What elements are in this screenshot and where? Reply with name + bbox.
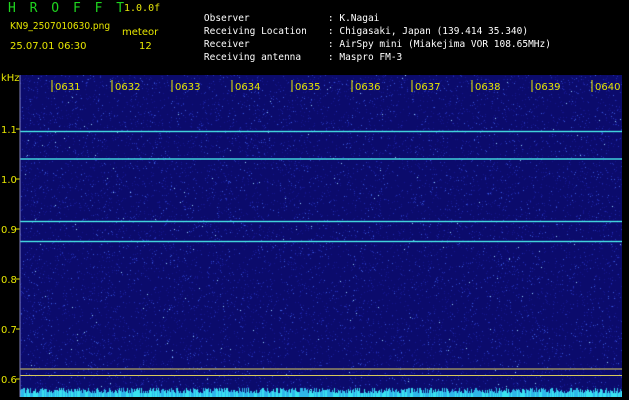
x-tick-label: 0637 — [415, 82, 440, 93]
y-tick-label: 0.6 — [1, 375, 17, 386]
y-tick-label: 0.9 — [1, 225, 17, 236]
x-tick-label: 0633 — [175, 82, 200, 93]
y-tick-label: 1.1 — [1, 125, 17, 136]
x-tick-label: 0640 — [595, 82, 620, 93]
spectrogram-overlay: 1.1 1.0 0.9 0.8 0.7 0.6 0631 0632 0633 0634 0635 06… — [1, 75, 622, 397]
y-tick-label: 0.8 — [1, 275, 17, 286]
x-tick-label: 0639 — [535, 82, 560, 93]
x-tick-label: 0638 — [475, 82, 500, 93]
hroft-window: H R O F F T 1.0.0f KN9_2507010630.png me… — [0, 0, 629, 400]
x-tick-label: 0631 — [55, 82, 80, 93]
y-tick-label: 0.7 — [1, 325, 17, 336]
x-tick-label: 0635 — [295, 82, 320, 93]
x-tick-label: 0636 — [355, 82, 380, 93]
x-tick-label: 0634 — [235, 82, 260, 93]
x-tick-label: 0632 — [115, 82, 140, 93]
y-tick-label: 1.0 — [1, 175, 17, 186]
